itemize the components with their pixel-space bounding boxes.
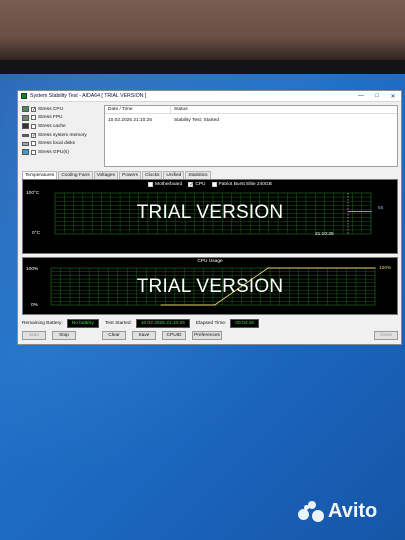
cpu-value-label: 100%: [379, 266, 392, 271]
minimize-button[interactable]: —: [353, 91, 369, 102]
memory-icon: [22, 133, 29, 137]
temp-y-bottom: 0°C: [32, 231, 41, 236]
tab-clocks[interactable]: Clocks: [142, 171, 163, 179]
tab-powers[interactable]: Powers: [119, 171, 141, 179]
checkbox-stress-gpu[interactable]: [31, 149, 36, 155]
log-date: 10.02.2025 21:10:25: [108, 118, 153, 123]
legend-checkbox[interactable]: ✓: [188, 182, 194, 188]
close-button[interactable]: Close: [374, 331, 398, 340]
temp-y-top: 100°C: [26, 191, 40, 196]
legend-checkbox[interactable]: [211, 182, 217, 187]
option-label: Stress system memory: [38, 132, 87, 138]
close-window-button[interactable]: ✕: [385, 91, 401, 102]
cpu-y-top: 100%: [26, 267, 39, 272]
cpu-icon: [22, 106, 29, 113]
battery-label: Remaining Battery:: [22, 320, 63, 326]
tab-unified[interactable]: Unified: [163, 171, 185, 179]
option-stress-fpu[interactable]: Stress FPU: [22, 114, 102, 123]
cpu-usage-chart: CPU Usage 100% 0% 100% TRIAL VERSION: [22, 257, 398, 315]
legend-cpu[interactable]: ✓ CPU: [188, 182, 206, 188]
option-stress-cache[interactable]: Stress cache: [22, 122, 102, 131]
clear-button[interactable]: Clear: [102, 331, 126, 340]
test-started-label: Test Started:: [104, 320, 132, 326]
checkbox-stress-disks[interactable]: [31, 141, 36, 147]
save-button[interactable]: Save: [132, 331, 156, 340]
legend-label: Motherboard: [155, 182, 183, 187]
disk-icon: [22, 141, 29, 146]
trial-watermark: TRIAL VERSION: [136, 276, 284, 297]
checkbox-stress-memory[interactable]: ✓: [31, 132, 36, 138]
stress-options: ✓ Stress CPU Stress FPU Stress cache ✓ S…: [22, 105, 102, 157]
option-stress-cpu[interactable]: ✓ Stress CPU: [22, 105, 102, 114]
log-header-date[interactable]: Date / Time: [105, 106, 171, 113]
gpu-icon: [22, 149, 29, 156]
test-started-value: 10.02.2025 21:10:25: [135, 318, 190, 328]
option-label: Stress CPU: [38, 106, 64, 112]
preferences-button[interactable]: Preferences: [192, 331, 222, 340]
fpu-icon: [22, 114, 29, 121]
start-button[interactable]: Start: [22, 331, 46, 340]
cpu-usage-title: CPU Usage: [197, 259, 223, 264]
option-stress-gpu[interactable]: Stress GPU(s): [22, 148, 102, 157]
log-status: Stability Test: Started: [174, 118, 219, 123]
checkbox-stress-fpu[interactable]: [31, 115, 36, 121]
aida64-icon: [21, 93, 27, 99]
option-stress-memory[interactable]: ✓ Stress system memory: [22, 131, 102, 140]
tab-strip: Temperatures Cooling Fans Voltages Power…: [22, 171, 212, 179]
avito-logo-icon: [298, 500, 324, 523]
window-title: System Stability Test - AIDA64 [ TRIAL V…: [30, 93, 147, 99]
cpuid-button[interactable]: CPUID: [162, 331, 186, 340]
checkbox-stress-cache[interactable]: [31, 123, 36, 129]
tab-cooling-fans[interactable]: Cooling Fans: [58, 171, 93, 179]
button-bar: Start Stop Clear Save CPUID Preferences …: [22, 331, 398, 340]
stability-test-window: System Stability Test - AIDA64 [ TRIAL V…: [17, 90, 402, 345]
trial-watermark: TRIAL VERSION: [136, 202, 284, 223]
status-bar: Remaining Battery: No battery Test Start…: [22, 318, 398, 328]
legend-label: CPU: [195, 182, 206, 187]
elapsed-time-value: 00:04:18: [230, 318, 259, 328]
temp-time-label: 21:10:25: [315, 232, 334, 237]
tab-voltages[interactable]: Voltages: [93, 171, 118, 179]
avito-wordmark: Avito: [328, 500, 378, 522]
cpu-y-bottom: 0%: [31, 303, 38, 308]
tab-statistics[interactable]: Statistics: [185, 171, 211, 179]
temperature-legend: Motherboard ✓ CPU Patriot Burst Elite 240…: [23, 182, 397, 188]
cache-icon: [22, 123, 29, 130]
option-label: Stress cache: [38, 123, 66, 129]
battery-value: No battery: [66, 318, 99, 328]
option-label: Stress local disks: [38, 141, 76, 147]
legend-label: Patriot Burst Elite 240GB: [218, 182, 272, 187]
legend-motherboard[interactable]: Motherboard: [148, 182, 182, 187]
elapsed-time-label: Elapsed Time:: [195, 320, 227, 326]
checkbox-stress-cpu[interactable]: ✓: [31, 106, 36, 112]
title-bar[interactable]: System Stability Test - AIDA64 [ TRIAL V…: [18, 91, 401, 102]
stop-button[interactable]: Stop: [52, 331, 76, 340]
avito-watermark: Avito: [298, 500, 377, 523]
event-log[interactable]: Date / Time Status 10.02.2025 21:10:25 S…: [104, 105, 398, 167]
log-header-status[interactable]: Status: [171, 106, 191, 113]
option-label: Stress GPU(s): [38, 149, 69, 155]
tab-temperatures[interactable]: Temperatures: [22, 171, 58, 179]
legend-checkbox[interactable]: [148, 182, 154, 187]
legend-ssd[interactable]: Patriot Burst Elite 240GB: [211, 182, 272, 187]
maximize-button[interactable]: □: [369, 91, 385, 102]
option-label: Stress FPU: [38, 115, 63, 121]
log-row[interactable]: 10.02.2025 21:10:25 Stability Test: Star…: [105, 117, 397, 126]
temperature-chart: Motherboard ✓ CPU Patriot Burst Elite 240…: [22, 179, 398, 254]
background-wall: [0, 0, 405, 62]
option-stress-disks[interactable]: Stress local disks: [22, 139, 102, 148]
